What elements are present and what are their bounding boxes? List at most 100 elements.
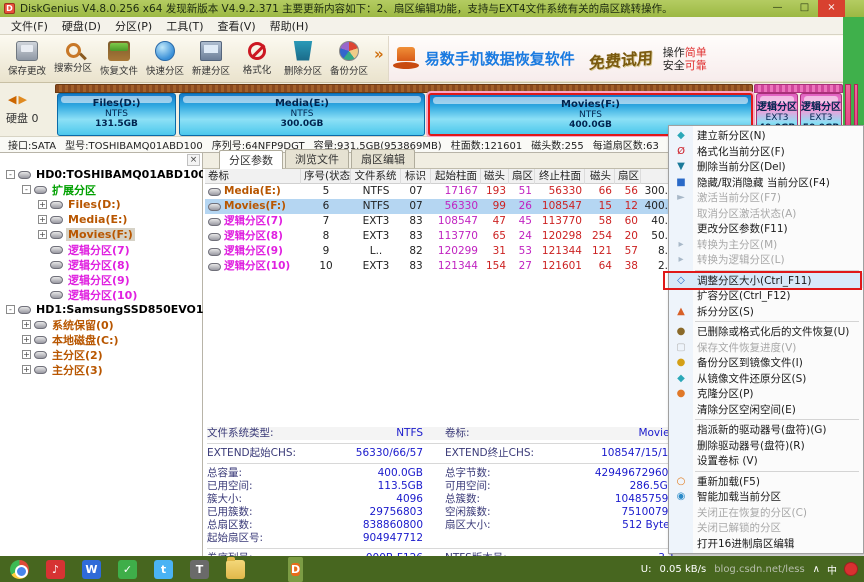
toolbar-button-delete[interactable]: 删除分区: [280, 35, 326, 82]
tree-item-8[interactable]: 逻辑分区(10): [0, 287, 202, 302]
partition-box-0[interactable]: Files(D:) NTFS 131.5GB: [57, 93, 176, 136]
tree-item-10[interactable]: + 系统保留(0): [0, 317, 202, 332]
menubar-item-1[interactable]: 硬盘(D): [55, 18, 108, 34]
context-menu-item-23[interactable]: 设置卷标 (V): [669, 453, 863, 469]
table-cell: 12: [624, 200, 638, 212]
context-menu-item-4[interactable]: ► 激活当前分区(F7): [669, 190, 863, 206]
tab-0[interactable]: 分区参数: [219, 150, 283, 169]
tree-item-0[interactable]: - HD0:TOSHIBAMQ01ABD100(932GB): [0, 167, 256, 182]
context-menu-item-15[interactable]: ▢ 保存文件恢复进度(V): [669, 340, 863, 356]
tree-item-11[interactable]: + 本地磁盘(C:): [0, 332, 202, 347]
context-menu-item-8[interactable]: ▸ 转换为逻辑分区(L): [669, 252, 863, 268]
context-menu-item-5[interactable]: 取消分区激活状态(A): [669, 206, 863, 222]
toolbar-button-new[interactable]: 新建分区: [188, 35, 234, 82]
expand-toggle-icon[interactable]: +: [22, 320, 31, 329]
disk-nav-arrows[interactable]: ◀▶: [8, 93, 29, 106]
expand-toggle-icon[interactable]: +: [22, 350, 31, 359]
context-menu-item-28[interactable]: 关闭已解锁的分区: [669, 520, 863, 536]
context-menu-item-2[interactable]: ▼ 删除当前分区(Del): [669, 159, 863, 175]
context-menu-item-6[interactable]: 更改分区参数(F11): [669, 221, 863, 237]
maximize-button[interactable]: □: [791, 0, 818, 17]
context-menu-item-22[interactable]: 删除驱动器号(盘符)(R): [669, 438, 863, 454]
context-menu-item-0[interactable]: ◆ 建立新分区(N): [669, 128, 863, 144]
context-menu-item-1[interactable]: Ø 格式化当前分区(F): [669, 144, 863, 160]
menu-item-icon: ■: [676, 176, 686, 188]
context-menu-item-11[interactable]: 扩容分区(Ctrl_F12): [669, 288, 863, 304]
tree-item-9[interactable]: - HD1:SamsungSSD850EVO120GB(112GB): [0, 302, 287, 317]
menu-item-icon: ▲: [677, 305, 685, 317]
tree-item-12[interactable]: + 主分区(2): [0, 347, 202, 362]
taskbar-icon-twitter[interactable]: t: [154, 559, 173, 579]
tray-expand-icon[interactable]: ∧: [813, 564, 820, 575]
ad-tag-line2: 安全可靠: [662, 58, 707, 72]
taskbar-icon-music[interactable]: ♪: [46, 559, 65, 579]
toolbar-overflow-chevron-icon[interactable]: »: [372, 45, 386, 73]
context-menu-item-29[interactable]: 打开16进制扇区编辑: [669, 536, 863, 552]
taskbar-icon-wps[interactable]: W: [82, 559, 101, 579]
close-button[interactable]: ×: [818, 0, 845, 17]
detail-label: EXTEND起始CHS:: [207, 447, 297, 459]
taskbar-icon-chrome[interactable]: [10, 559, 29, 579]
expand-toggle-icon[interactable]: -: [22, 185, 31, 194]
tree-item-2[interactable]: + Files(D:): [0, 197, 202, 212]
expand-toggle-icon[interactable]: +: [22, 335, 31, 344]
menubar-item-3[interactable]: 工具(T): [159, 18, 210, 34]
minimize-button[interactable]: —: [764, 0, 791, 17]
context-menu-item-21[interactable]: 指派新的驱动器号(盘符)(G): [669, 422, 863, 438]
expand-toggle-icon[interactable]: -: [6, 170, 15, 179]
context-menu-item-25[interactable]: ○ 重新加载(F5): [669, 474, 863, 490]
expand-toggle-icon[interactable]: +: [38, 230, 47, 239]
tree-item-3[interactable]: + Media(E:): [0, 212, 202, 227]
context-menu-item-7[interactable]: ▸ 转换为主分区(M): [669, 237, 863, 253]
tree-item-6[interactable]: 逻辑分区(8): [0, 257, 202, 272]
tree-item-1[interactable]: - 扩展分区: [0, 182, 202, 197]
tree-item-label: 本地磁盘(C:): [52, 333, 119, 347]
toolbar-button-format[interactable]: 格式化: [234, 35, 280, 82]
taskbar-icon-folder[interactable]: [226, 556, 245, 579]
tree-item-13[interactable]: + 主分区(3): [0, 362, 202, 377]
tree-item-7[interactable]: 逻辑分区(9): [0, 272, 202, 287]
toolbar-button-label: 保存更改: [7, 65, 46, 77]
taskbar-icon-security[interactable]: ✓: [118, 559, 137, 579]
context-menu-item-3[interactable]: ■ 隐藏/取消隐藏 当前分区(F4): [669, 175, 863, 191]
expand-toggle-icon[interactable]: +: [38, 215, 47, 224]
context-menu-item-12[interactable]: ▲ 拆分分区(S): [669, 304, 863, 320]
prev-disk-icon[interactable]: ◀: [8, 93, 18, 106]
menubar-item-4[interactable]: 查看(V): [211, 18, 263, 34]
context-menu-item-16[interactable]: ● 备份分区到镜像文件(I): [669, 355, 863, 371]
menubar-item-5[interactable]: 帮助(H): [263, 18, 316, 34]
tree-item-4[interactable]: + Movies(F:): [0, 227, 202, 242]
context-menu-item-27[interactable]: 关闭正在恢复的分区(C): [669, 505, 863, 521]
table-cell: 108547: [541, 200, 582, 212]
toolbar-button-search[interactable]: 搜索分区: [50, 35, 96, 82]
menubar-item-2[interactable]: 分区(P): [108, 18, 159, 34]
context-menu-item-10[interactable]: ◇ 调整分区大小(Ctrl_F11): [663, 270, 863, 290]
ime-indicator[interactable]: 中: [827, 562, 837, 577]
context-menu-item-14[interactable]: ● 已删除或格式化后的文件恢复(U): [669, 324, 863, 340]
ad-banner[interactable]: 易数手机数据恢复软件 免费试用 操作简单 安全可靠: [387, 36, 844, 81]
next-disk-icon[interactable]: ▶: [18, 93, 28, 106]
expand-toggle-icon[interactable]: +: [22, 365, 31, 374]
taskbar-icon-text-tool[interactable]: T: [190, 559, 209, 579]
context-menu-item-19[interactable]: 清除分区空闲空间(E): [669, 402, 863, 418]
menu-item-icon: ▼: [677, 161, 685, 173]
expand-toggle-icon[interactable]: -: [6, 305, 15, 314]
tree-item-5[interactable]: 逻辑分区(7): [0, 242, 202, 257]
toolbar-button-save[interactable]: 保存更改: [4, 35, 50, 82]
context-menu-item-17[interactable]: ◆ 从镜像文件还原分区(S): [669, 371, 863, 387]
panel-close-icon[interactable]: ×: [187, 154, 200, 166]
toolbar-button-quick[interactable]: 快速分区: [142, 35, 188, 82]
context-menu-item-26[interactable]: ◉ 智能加载当前分区: [669, 489, 863, 505]
toolbar-button-recover[interactable]: 恢复文件: [96, 35, 142, 82]
tray-app-icon[interactable]: [844, 562, 858, 576]
save-icon: [16, 40, 38, 61]
context-menu-item-18[interactable]: ● 克隆分区(P): [669, 386, 863, 402]
expand-toggle-icon[interactable]: +: [38, 200, 47, 209]
taskbar-icon-diskgenius[interactable]: D: [291, 562, 301, 576]
partition-box-1[interactable]: Media(E:) NTFS 300.0GB: [179, 93, 425, 136]
toolbar-button-backup[interactable]: 备份分区: [326, 35, 372, 82]
tab-2[interactable]: 扇区编辑: [351, 149, 415, 168]
detail-label: 总容量:: [207, 467, 243, 479]
menubar-item-0[interactable]: 文件(F): [4, 18, 55, 34]
tab-1[interactable]: 浏览文件: [285, 149, 349, 168]
